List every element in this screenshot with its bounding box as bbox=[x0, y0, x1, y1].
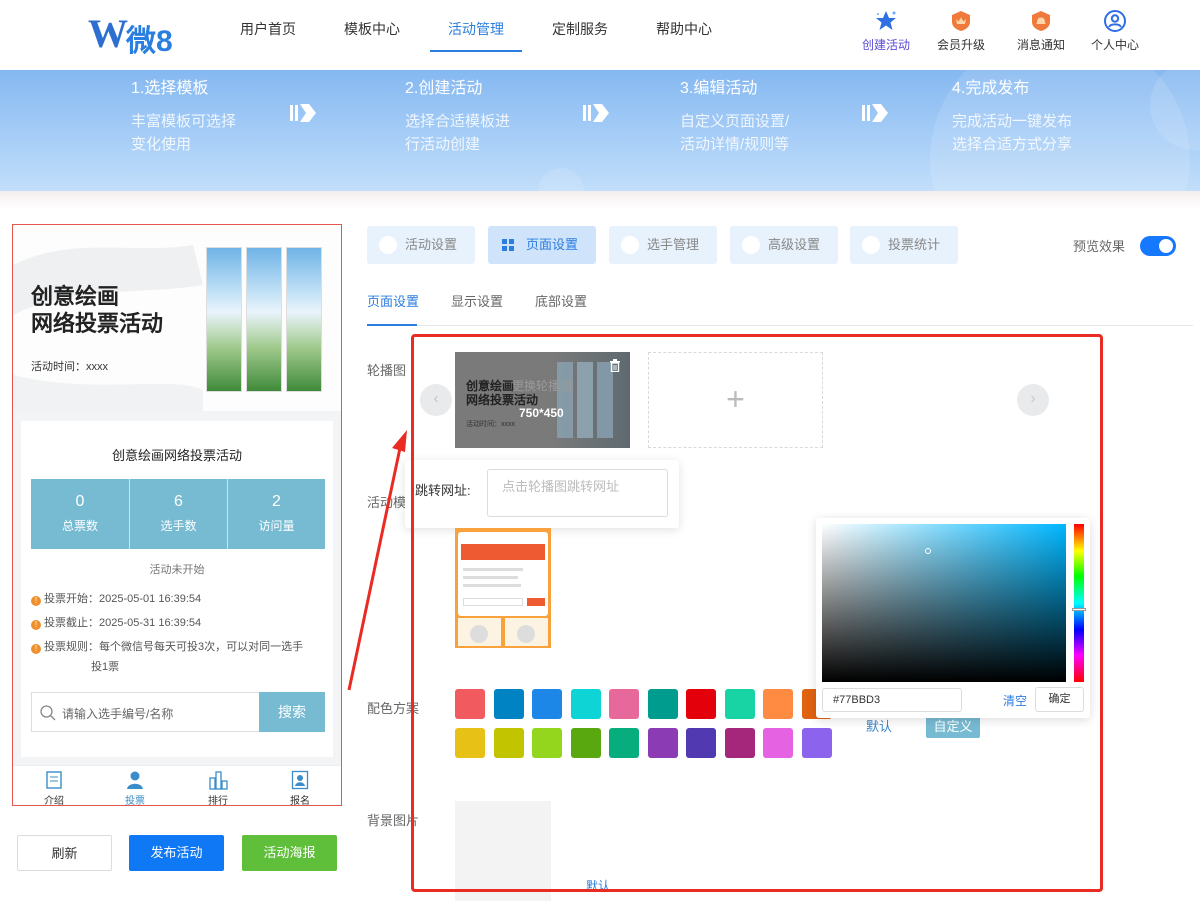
nav-help-center[interactable]: 帮助中心 bbox=[654, 0, 714, 52]
personal-center-label: 个人中心 bbox=[1090, 38, 1139, 52]
step-arrow-icon bbox=[583, 104, 609, 122]
member-upgrade-label: 会员升级 bbox=[936, 38, 985, 52]
intro-icon bbox=[46, 771, 62, 789]
step-arrow-icon bbox=[290, 104, 316, 122]
publish-activity-button[interactable]: 发布活动 bbox=[129, 835, 224, 871]
step-title: 1.选择模板 bbox=[131, 80, 209, 97]
preview-card-title: 创意绘画网络投票活动 bbox=[111, 448, 242, 463]
step-arrow-icon bbox=[862, 104, 888, 122]
vote-rule-info: ! 投票规则：每个微信号每天可投3次，可以对同一选手 投1票 bbox=[31, 637, 331, 677]
step-desc: 丰富模板可选择 变化使用 bbox=[131, 113, 237, 153]
stat-visits: 2 访问量 bbox=[227, 479, 325, 549]
tab-intro[interactable]: 介绍 bbox=[24, 770, 84, 805]
preview-toggle[interactable] bbox=[1140, 236, 1176, 256]
create-activity-label: 创建活动 bbox=[861, 38, 910, 52]
search-input[interactable]: 请输入选手编号/名称 bbox=[62, 705, 173, 722]
tab-contestant-management[interactable]: 选手管理 bbox=[609, 226, 717, 264]
step-desc: 选择合适模板进 行活动创建 bbox=[405, 113, 511, 153]
step-1: 1.选择模板 丰富模板可选择 变化使用 bbox=[131, 74, 236, 156]
step-2: 2.创建活动 选择合适模板进 行活动创建 bbox=[405, 74, 510, 156]
refresh-button[interactable]: 刷新 bbox=[17, 835, 112, 871]
search-icon bbox=[40, 705, 56, 721]
subtab-footer-settings[interactable]: 底部设置 bbox=[535, 291, 587, 310]
step-title: 3.编辑活动 bbox=[680, 80, 758, 97]
stat-total-votes: 0 总票数 bbox=[61, 493, 98, 533]
preview-banner-time: 活动时间：xxxx bbox=[31, 361, 108, 373]
notifications-button[interactable]: 消息通知 bbox=[1011, 10, 1071, 53]
heart-icon bbox=[379, 236, 397, 254]
alert-icon: ! bbox=[31, 644, 41, 654]
chart-icon bbox=[862, 236, 880, 254]
nav-custom-service[interactable]: 定制服务 bbox=[550, 0, 610, 52]
painting-panel bbox=[286, 247, 322, 392]
activity-status: 活动未开始 bbox=[149, 564, 205, 576]
alert-icon: ! bbox=[31, 596, 41, 606]
logo[interactable]: W 微8 bbox=[88, 10, 188, 58]
page-grid-icon bbox=[502, 239, 514, 251]
step-title: 2.创建活动 bbox=[405, 80, 483, 97]
vote-user-icon bbox=[127, 771, 143, 789]
alert-icon: ! bbox=[31, 620, 41, 630]
member-upgrade-button[interactable]: 会员升级 bbox=[931, 10, 991, 53]
preview-banner: 创意绘画 网络投票活动 活动时间：xxxx bbox=[13, 225, 341, 411]
carousel-label: 轮播图 bbox=[367, 363, 407, 378]
painting-panel bbox=[206, 247, 242, 392]
step-title: 4.完成发布 bbox=[952, 80, 1030, 97]
stat-contestants: 6 选手数 bbox=[129, 479, 227, 549]
sliders-icon bbox=[742, 236, 760, 254]
step-desc: 完成活动一键发布 选择合适方式分享 bbox=[952, 113, 1073, 153]
tab-advanced-settings[interactable]: 高级设置 bbox=[730, 226, 838, 264]
search-button[interactable]: 搜索 bbox=[259, 692, 325, 732]
preview-toggle-label: 预览效果 bbox=[1073, 239, 1126, 254]
subtab-display-settings[interactable]: 显示设置 bbox=[451, 291, 503, 310]
logo-text: 微8 bbox=[126, 25, 173, 58]
painting-panel bbox=[246, 247, 282, 392]
activity-poster-button[interactable]: 活动海报 bbox=[242, 835, 337, 871]
top-header: W 微8 用户首页 模板中心 活动管理 定制服务 帮助中心 创建活动 会员升级 … bbox=[0, 0, 1200, 70]
star-icon bbox=[876, 11, 896, 30]
stats-bar: 0 总票数 6 选手数 2 访问量 bbox=[31, 479, 325, 549]
user-icon bbox=[1104, 10, 1126, 32]
tab-signup[interactable]: 报名 bbox=[270, 770, 330, 805]
tab-vote[interactable]: 投票 bbox=[105, 770, 165, 805]
ranking-icon bbox=[209, 771, 228, 790]
nav-activity-management[interactable]: 活动管理 bbox=[430, 0, 522, 52]
template-label: 活动模 bbox=[367, 495, 407, 510]
logo-w-mark: W bbox=[88, 11, 128, 56]
highlight-box bbox=[411, 334, 1103, 892]
mobile-preview: 创意绘画 网络投票活动 活动时间：xxxx 创意绘画网络投票活动 0 总票数 6选… bbox=[12, 224, 342, 806]
tab-ranking[interactable]: 排行 bbox=[188, 770, 248, 805]
vote-start-info: ! 投票开始：2025-05-01 16:39:54 bbox=[31, 589, 201, 609]
tab-page-settings[interactable]: 页面设置 bbox=[488, 226, 596, 264]
vote-end-info: ! 投票截止：2025-05-31 16:39:54 bbox=[31, 613, 201, 633]
step-desc: 自定义页面设置/活动详情/规则等 bbox=[680, 113, 790, 153]
nav-home[interactable]: 用户首页 bbox=[238, 0, 298, 52]
tab-vote-statistics[interactable]: 投票统计 bbox=[850, 226, 958, 264]
preview-info-card: 创意绘画网络投票活动 0 总票数 6 选手数 2 访问量 活动未开始 ! 投票开始：20… bbox=[21, 421, 333, 757]
subtab-divider bbox=[367, 325, 1193, 326]
crown-badge-icon bbox=[952, 11, 970, 31]
step-4: 4.完成发布 完成活动一键发布 选择合适方式分享 bbox=[952, 74, 1072, 156]
tab-activity-settings[interactable]: 活动设置 bbox=[367, 226, 475, 264]
contestant-search: 请输入选手编号/名称 搜索 bbox=[31, 692, 325, 732]
notifications-label: 消息通知 bbox=[1016, 38, 1065, 52]
banner-divider bbox=[0, 191, 1200, 209]
preview-banner-title: 创意绘画 网络投票活动 bbox=[31, 284, 164, 336]
subtab-page-settings[interactable]: 页面设置 bbox=[367, 291, 419, 310]
step-3: 3.编辑活动 自定义页面设置/活动详情/规则等 bbox=[680, 74, 789, 156]
user-icon bbox=[621, 236, 639, 254]
create-activity-button[interactable]: 创建活动 bbox=[856, 10, 916, 53]
personal-center-button[interactable]: 个人中心 bbox=[1085, 10, 1145, 53]
subtab-active-indicator bbox=[367, 324, 417, 326]
signup-icon bbox=[291, 770, 309, 790]
steps-banner: 1.选择模板 丰富模板可选择 变化使用 2.创建活动 选择合适模板进 行活动创建 3… bbox=[0, 70, 1200, 191]
preview-tab-bar: 介绍 投票 排行 报名 bbox=[13, 765, 341, 805]
bell-badge-icon bbox=[1032, 11, 1050, 31]
nav-template-center[interactable]: 模板中心 bbox=[342, 0, 402, 52]
